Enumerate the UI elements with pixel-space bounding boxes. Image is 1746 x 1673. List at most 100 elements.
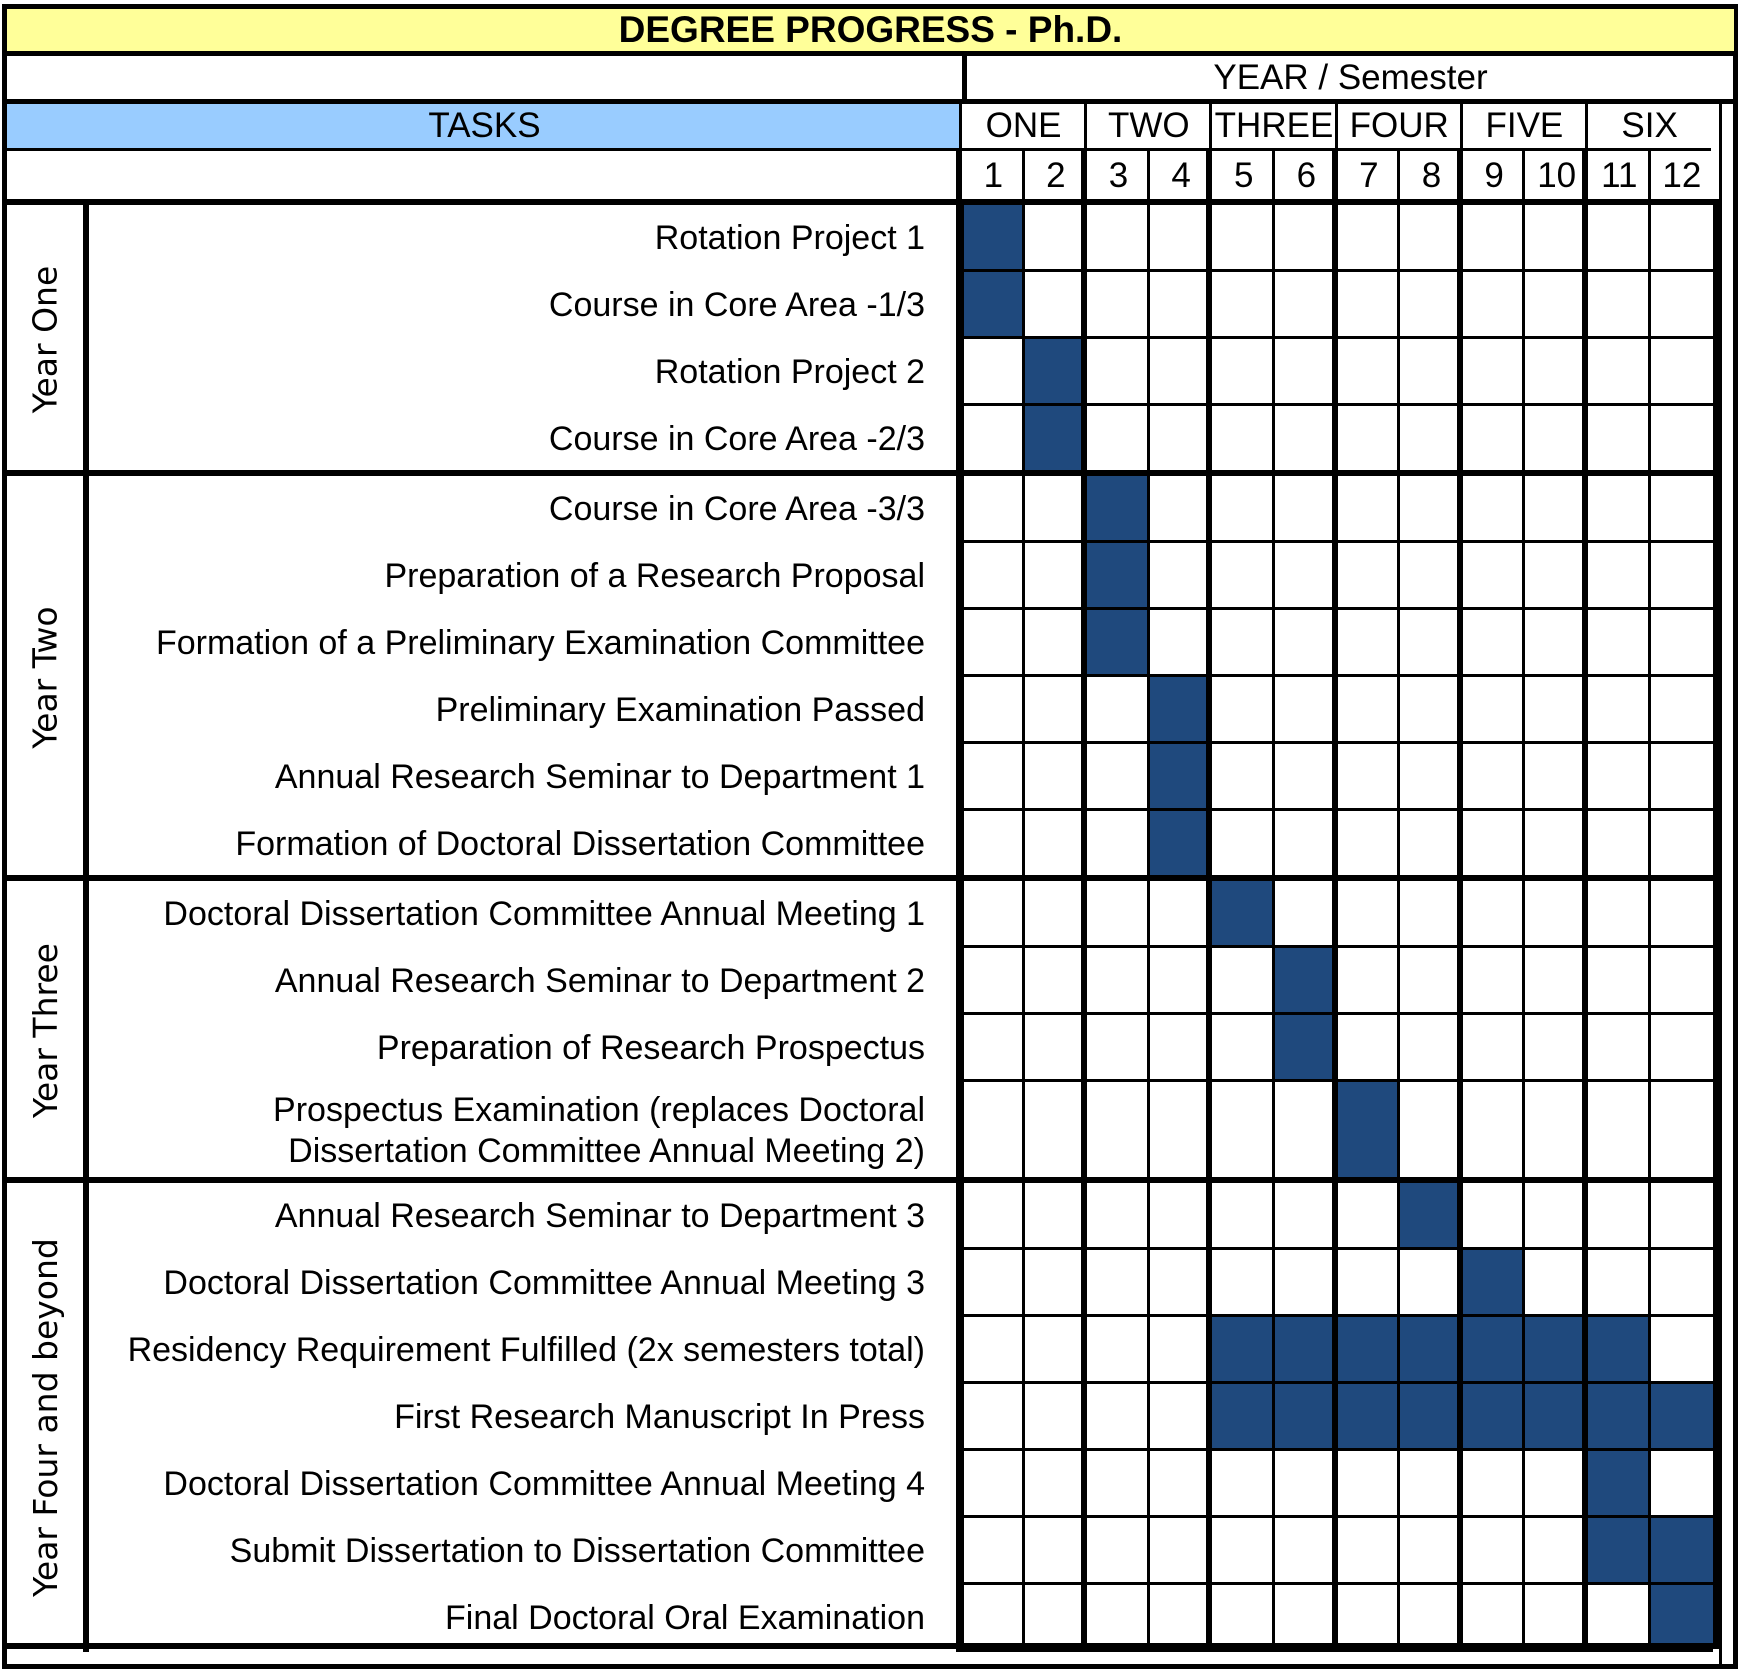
gantt-cell [1146, 1317, 1213, 1384]
gantt-cell [1272, 610, 1338, 677]
gantt-cell [1647, 543, 1714, 610]
task-label: Final Doctoral Oral Examination [445, 1599, 925, 1638]
gantt-cell [1021, 476, 1088, 543]
task-label: Submit Dissertation to Dissertation Comm… [229, 1532, 925, 1571]
gantt-cell [1081, 1250, 1150, 1317]
gantt-cell [1021, 1183, 1088, 1250]
gantt-cell [1397, 948, 1463, 1015]
gantt-cell-filled [1331, 1384, 1401, 1451]
semester-header-8: 8 [1397, 151, 1463, 201]
gantt-cell [1522, 1518, 1588, 1585]
gantt-cell [1081, 1451, 1150, 1518]
gantt-cell-filled [1081, 610, 1150, 677]
gantt-cell [1397, 1451, 1463, 1518]
gantt-cell [956, 1183, 1025, 1250]
gantt-cell [1522, 476, 1588, 543]
gantt-cell-filled [1456, 1384, 1526, 1451]
gantt-cell [1081, 677, 1150, 744]
gantt-cell [1081, 1015, 1150, 1082]
gantt-cell [1146, 1250, 1213, 1317]
semester-header-6: 6 [1272, 151, 1338, 201]
gantt-cell [1146, 339, 1213, 406]
task-label: First Research Manuscript In Press [394, 1398, 925, 1437]
gantt-cell [1331, 744, 1401, 811]
gantt-cell [1397, 1585, 1463, 1652]
gantt-cell [1582, 610, 1651, 677]
gantt-cell [956, 744, 1025, 811]
gantt-cell-filled [1397, 1183, 1463, 1250]
gantt-cell [956, 543, 1025, 610]
gantt-cell [956, 1518, 1025, 1585]
gantt-cell [1456, 811, 1526, 878]
gantt-cell-filled [1206, 881, 1275, 948]
task-label: Doctoral Dissertation Committee Annual M… [163, 1264, 925, 1303]
section-label-text: Year Three [25, 943, 65, 1118]
gantt-cell [1456, 1518, 1526, 1585]
header-blank [7, 56, 962, 104]
gantt-cell-filled [1146, 677, 1213, 744]
semester-header-12: 12 [1647, 151, 1714, 201]
gantt-cell [956, 339, 1025, 406]
gantt-cell-filled [1582, 1384, 1651, 1451]
gantt-cell [1206, 1183, 1275, 1250]
gantt-cell [1582, 1250, 1651, 1317]
gantt-cell [1582, 948, 1651, 1015]
gantt-cell [1272, 744, 1338, 811]
gantt-cell [1397, 881, 1463, 948]
gantt-cell [1456, 1015, 1526, 1082]
gantt-cell-filled [1272, 1015, 1338, 1082]
gantt-cell [956, 1384, 1025, 1451]
gantt-cell [1397, 677, 1463, 744]
task-label: Doctoral Dissertation Committee Annual M… [163, 1465, 925, 1504]
gantt-cell [1522, 1015, 1588, 1082]
semester-header-3: 3 [1081, 151, 1150, 201]
gantt-cell [1647, 1015, 1714, 1082]
gantt-cell-filled [956, 272, 1025, 339]
gantt-cell [1331, 948, 1401, 1015]
gantt-cell-filled [1206, 1317, 1275, 1384]
gantt-cell [1522, 1183, 1588, 1250]
gantt-cell [1582, 406, 1651, 473]
year-semester-header: YEAR / Semester [962, 56, 1734, 104]
gantt-cell [1272, 406, 1338, 473]
gantt-cell [1456, 677, 1526, 744]
body-top-border [7, 199, 1719, 205]
gantt-cell [1081, 1384, 1150, 1451]
gantt-cell [1331, 1250, 1401, 1317]
section-label-3: Year Three [7, 881, 89, 1180]
gantt-cell [1456, 948, 1526, 1015]
gantt-cell [1647, 677, 1714, 744]
gantt-cell [1272, 1082, 1338, 1180]
gantt-cell [1081, 1082, 1150, 1180]
gantt-cell [1206, 948, 1275, 1015]
gantt-cell [1331, 881, 1401, 948]
gantt-cell [1206, 339, 1275, 406]
gantt-cell [1456, 744, 1526, 811]
gantt-cell [1146, 406, 1213, 473]
gantt-cell [1146, 205, 1213, 272]
task-label: Residency Requirement Fulfilled (2x seme… [127, 1331, 925, 1370]
semester-header-1: 1 [956, 151, 1025, 201]
gantt-cell [1021, 1585, 1088, 1652]
gantt-cell [1146, 1183, 1213, 1250]
year-header-3: THREE [1209, 104, 1336, 151]
gantt-cell [1021, 677, 1088, 744]
gantt-cell [1081, 811, 1150, 878]
gantt-cell [1081, 881, 1150, 948]
gantt-cell [1272, 677, 1338, 744]
gantt-cell [1456, 1183, 1526, 1250]
gantt-cell [1146, 1015, 1213, 1082]
gantt-cell [1522, 543, 1588, 610]
gantt-cell [1397, 1518, 1463, 1585]
section-label-text: Year Two [25, 605, 65, 749]
gantt-cell [1146, 476, 1213, 543]
body-bottom-border [7, 1643, 1719, 1649]
gantt-cell [956, 1585, 1025, 1652]
gantt-cell [956, 406, 1025, 473]
gantt-cell [956, 811, 1025, 878]
year-header-5: FIVE [1459, 104, 1586, 151]
gantt-cell [1021, 1518, 1088, 1585]
gantt-cell-filled [1397, 1384, 1463, 1451]
gantt-cell [1206, 543, 1275, 610]
gantt-cell [1522, 205, 1588, 272]
